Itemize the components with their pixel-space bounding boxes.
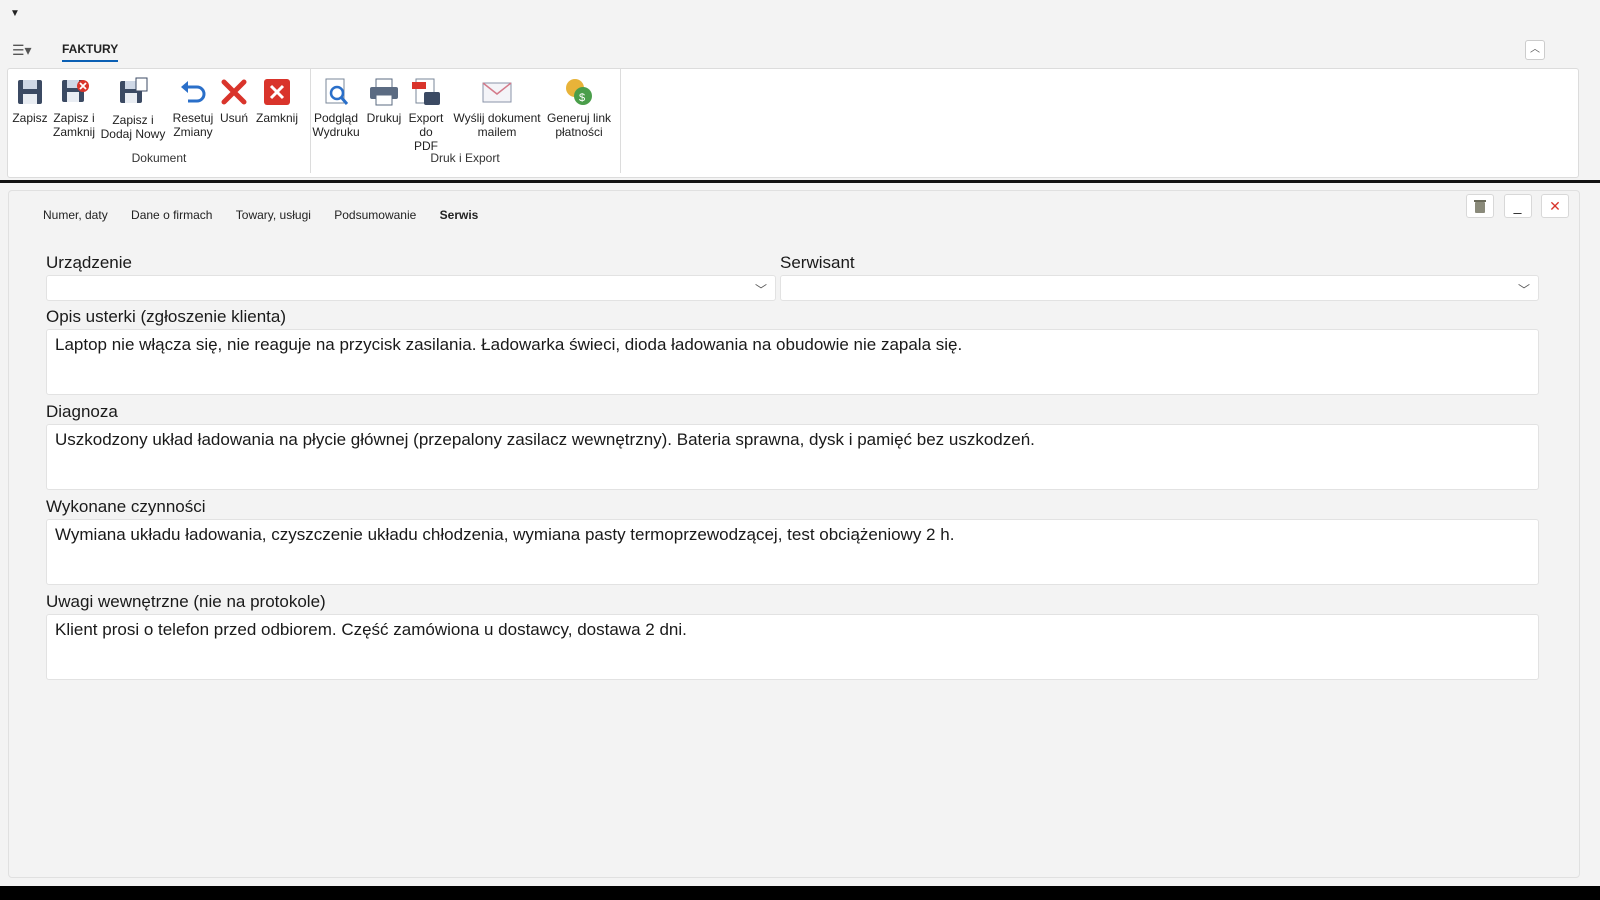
trash-icon[interactable]: [1466, 194, 1495, 218]
ribbon-group-dokument: Zapisz Zapisz i Zamknij Zapisz i Dodaj N…: [8, 69, 311, 173]
group-label-druk-export: Druk i Export: [430, 151, 500, 165]
print-preview-button[interactable]: Podgląd Wydruku: [312, 77, 360, 139]
tab-serwis[interactable]: Serwis: [440, 208, 479, 222]
ribbon-tab-bar: ☰▾ FAKTURY ︿: [0, 38, 1600, 68]
technician-select[interactable]: ﹀: [780, 275, 1539, 301]
app-window: ▼ ☰▾ FAKTURY ︿ Zapisz Zapisz i Zamknij Z…: [0, 0, 1600, 886]
payment-link-button[interactable]: $ Generuj link płatności: [544, 77, 614, 139]
separator-line: [0, 180, 1600, 183]
group-label-dokument: Dokument: [131, 151, 187, 165]
tab-dane-o-firmach[interactable]: Dane o firmach: [131, 208, 212, 222]
actions-textarea[interactable]: Wymiana układu ładowania, czyszczenie uk…: [46, 519, 1539, 585]
list-menu-icon[interactable]: ☰▾: [12, 42, 32, 59]
delete-button[interactable]: Usuń: [218, 77, 250, 125]
save-icon: [18, 80, 42, 104]
tab-numer-daty[interactable]: Numer, daty: [43, 208, 108, 222]
collapse-ribbon-icon[interactable]: ︿: [1525, 40, 1545, 60]
undo-icon: [181, 81, 206, 103]
save-close-label-2: Zamknij: [52, 125, 95, 139]
save-close-icon: [62, 80, 89, 102]
close-button[interactable]: Zamknij: [254, 77, 300, 125]
mail-icon: [482, 82, 512, 103]
save-new-button[interactable]: Zapisz i Dodaj Nowy: [100, 77, 166, 141]
minimize-button[interactable]: _: [1503, 194, 1532, 218]
payment-link-icon: $: [566, 79, 592, 105]
tab-faktury[interactable]: FAKTURY: [62, 42, 119, 62]
save-new-label-2: Dodaj Nowy: [100, 127, 166, 141]
fault-textarea[interactable]: Laptop nie włącza się, nie reaguje na pr…: [46, 329, 1539, 395]
fault-label: Opis usterki (zgłoszenie klienta): [46, 307, 286, 326]
delete-label: Usuń: [219, 111, 248, 125]
quick-access-dropdown-icon[interactable]: ▼: [10, 8, 20, 19]
print-preview-label-1: Podgląd: [313, 111, 359, 125]
pdf-export-icon: [412, 78, 440, 105]
close-label: Zamknij: [255, 111, 298, 125]
payment-link-label-2: płatności: [555, 125, 603, 139]
panel-window-buttons: _ ✕: [1461, 194, 1569, 218]
diagnosis-textarea[interactable]: Uszkodzony układ ładowania na płycie głó…: [46, 424, 1539, 490]
reset-label-1: Resetuj: [172, 111, 214, 125]
export-pdf-label-2: do PDF: [414, 125, 438, 153]
reset-label-2: Zmiany: [173, 125, 213, 139]
ribbon: Zapisz Zapisz i Zamknij Zapisz i Dodaj N…: [7, 68, 1579, 178]
send-mail-label-1: Wyślij dokument: [453, 111, 541, 125]
bottom-border: [0, 886, 1600, 900]
delete-icon: [221, 79, 247, 105]
export-pdf-button[interactable]: Export do PDF: [406, 77, 446, 153]
tab-podsumowanie[interactable]: Podsumowanie: [334, 208, 416, 222]
payment-link-label-1: Generuj link: [546, 111, 612, 125]
ribbon-group-druk-export: Podgląd Wydruku Drukuj Export do PDF Wyś…: [310, 69, 621, 173]
device-select[interactable]: ﹀: [46, 275, 776, 301]
document-tabs: Numer, daty Dane o firmach Towary, usług…: [43, 208, 498, 222]
save-label: Zapisz: [12, 111, 48, 125]
save-new-label-1: Zapisz i: [112, 113, 154, 127]
send-mail-button[interactable]: Wyślij dokument mailem: [450, 77, 544, 139]
notes-label: Uwagi wewnętrzne (nie na protokole): [46, 592, 326, 611]
diagnosis-label: Diagnoza: [46, 402, 118, 421]
technician-label: Serwisant: [780, 253, 855, 272]
chevron-down-icon[interactable]: ﹀: [755, 281, 767, 298]
print-preview-label-2: Wydruku: [312, 125, 360, 139]
svg-text:$: $: [579, 92, 585, 104]
export-pdf-label-1: Export: [408, 111, 444, 125]
close-icon: [264, 79, 290, 105]
save-new-icon: [120, 77, 148, 103]
printer-icon: [370, 78, 398, 106]
save-close-button[interactable]: Zapisz i Zamknij: [52, 77, 96, 139]
print-preview-icon: [325, 78, 349, 105]
send-mail-label-2: mailem: [477, 125, 517, 139]
reset-changes-button[interactable]: Resetuj Zmiany: [171, 77, 215, 139]
close-panel-icon[interactable]: ✕: [1541, 194, 1569, 218]
print-button[interactable]: Drukuj: [364, 77, 404, 125]
notes-textarea[interactable]: Klient prosi o telefon przed odbiorem. C…: [46, 614, 1539, 680]
tab-towary-uslugi[interactable]: Towary, usługi: [236, 208, 311, 222]
save-button[interactable]: Zapisz: [12, 77, 48, 125]
print-label: Drukuj: [366, 111, 402, 125]
actions-label: Wykonane czynności: [46, 497, 206, 516]
device-label: Urządzenie: [46, 253, 132, 272]
save-close-label-1: Zapisz i: [53, 111, 95, 125]
document-panel: Numer, daty Dane o firmach Towary, usług…: [8, 190, 1580, 878]
chevron-down-icon[interactable]: ﹀: [1518, 281, 1530, 298]
